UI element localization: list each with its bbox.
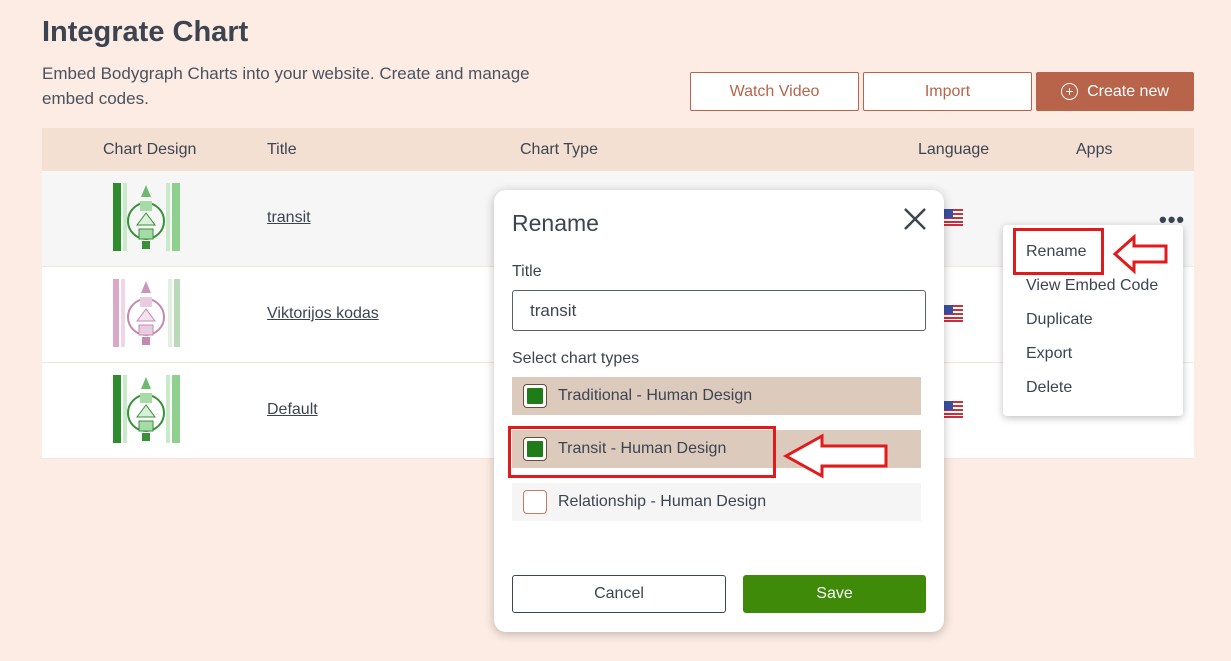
page-subtitle: Embed Bodygraph Charts into your website… [42,64,530,108]
checkbox[interactable] [523,490,547,514]
us-flag-icon [944,209,963,226]
chart-type-label: Relationship - Human Design [558,493,767,510]
save-button[interactable]: Save [743,575,926,613]
import-button[interactable]: Import [863,72,1032,111]
annotation-highlight-box [508,426,776,478]
modal-title: Rename [512,210,599,236]
bodygraph-thumbnail [113,375,180,443]
title-field-label: Title [512,263,542,280]
annotation-highlight-box [1013,228,1104,275]
bodygraph-thumbnail [113,279,180,347]
page-title: Integrate Chart [42,16,249,48]
annotation-arrow-left-icon [1112,234,1168,274]
create-new-button[interactable]: Create new [1036,72,1194,111]
title-input[interactable] [512,290,926,331]
menu-item-view-embed-code[interactable]: View Embed Code [1026,277,1158,295]
annotation-arrow-left-icon [782,433,888,479]
column-title: Title [267,141,297,158]
column-language: Language [918,141,990,158]
row-title-link[interactable]: transit [267,209,311,227]
close-icon[interactable] [901,205,929,233]
cancel-button[interactable]: Cancel [512,575,726,613]
table-header: Chart Design Title Chart Type Language A… [42,128,1194,171]
plus-circle-icon [1061,83,1079,100]
chart-types-label: Select chart types [512,350,640,367]
chart-type-label: Traditional - Human Design [558,387,753,404]
column-chart-design: Chart Design [103,141,197,158]
checkbox[interactable] [523,384,547,408]
row-title-link[interactable]: Viktorijos kodas [267,305,379,323]
rename-modal: Rename Title Select chart types Traditio… [494,190,944,632]
bodygraph-thumbnail [113,183,180,251]
menu-item-delete[interactable]: Delete [1026,379,1072,397]
chart-type-option[interactable]: Relationship - Human Design [512,483,921,521]
menu-item-duplicate[interactable]: Duplicate [1026,311,1093,329]
column-apps: Apps [1076,141,1113,158]
row-title-link[interactable]: Default [267,401,318,419]
watch-video-button[interactable]: Watch Video [690,72,859,111]
us-flag-icon [944,401,963,418]
menu-item-export[interactable]: Export [1026,345,1072,363]
us-flag-icon [944,305,963,322]
chart-type-option[interactable]: Traditional - Human Design [512,377,921,415]
column-chart-type: Chart Type [520,141,598,158]
create-new-label: Create new [1087,82,1169,100]
